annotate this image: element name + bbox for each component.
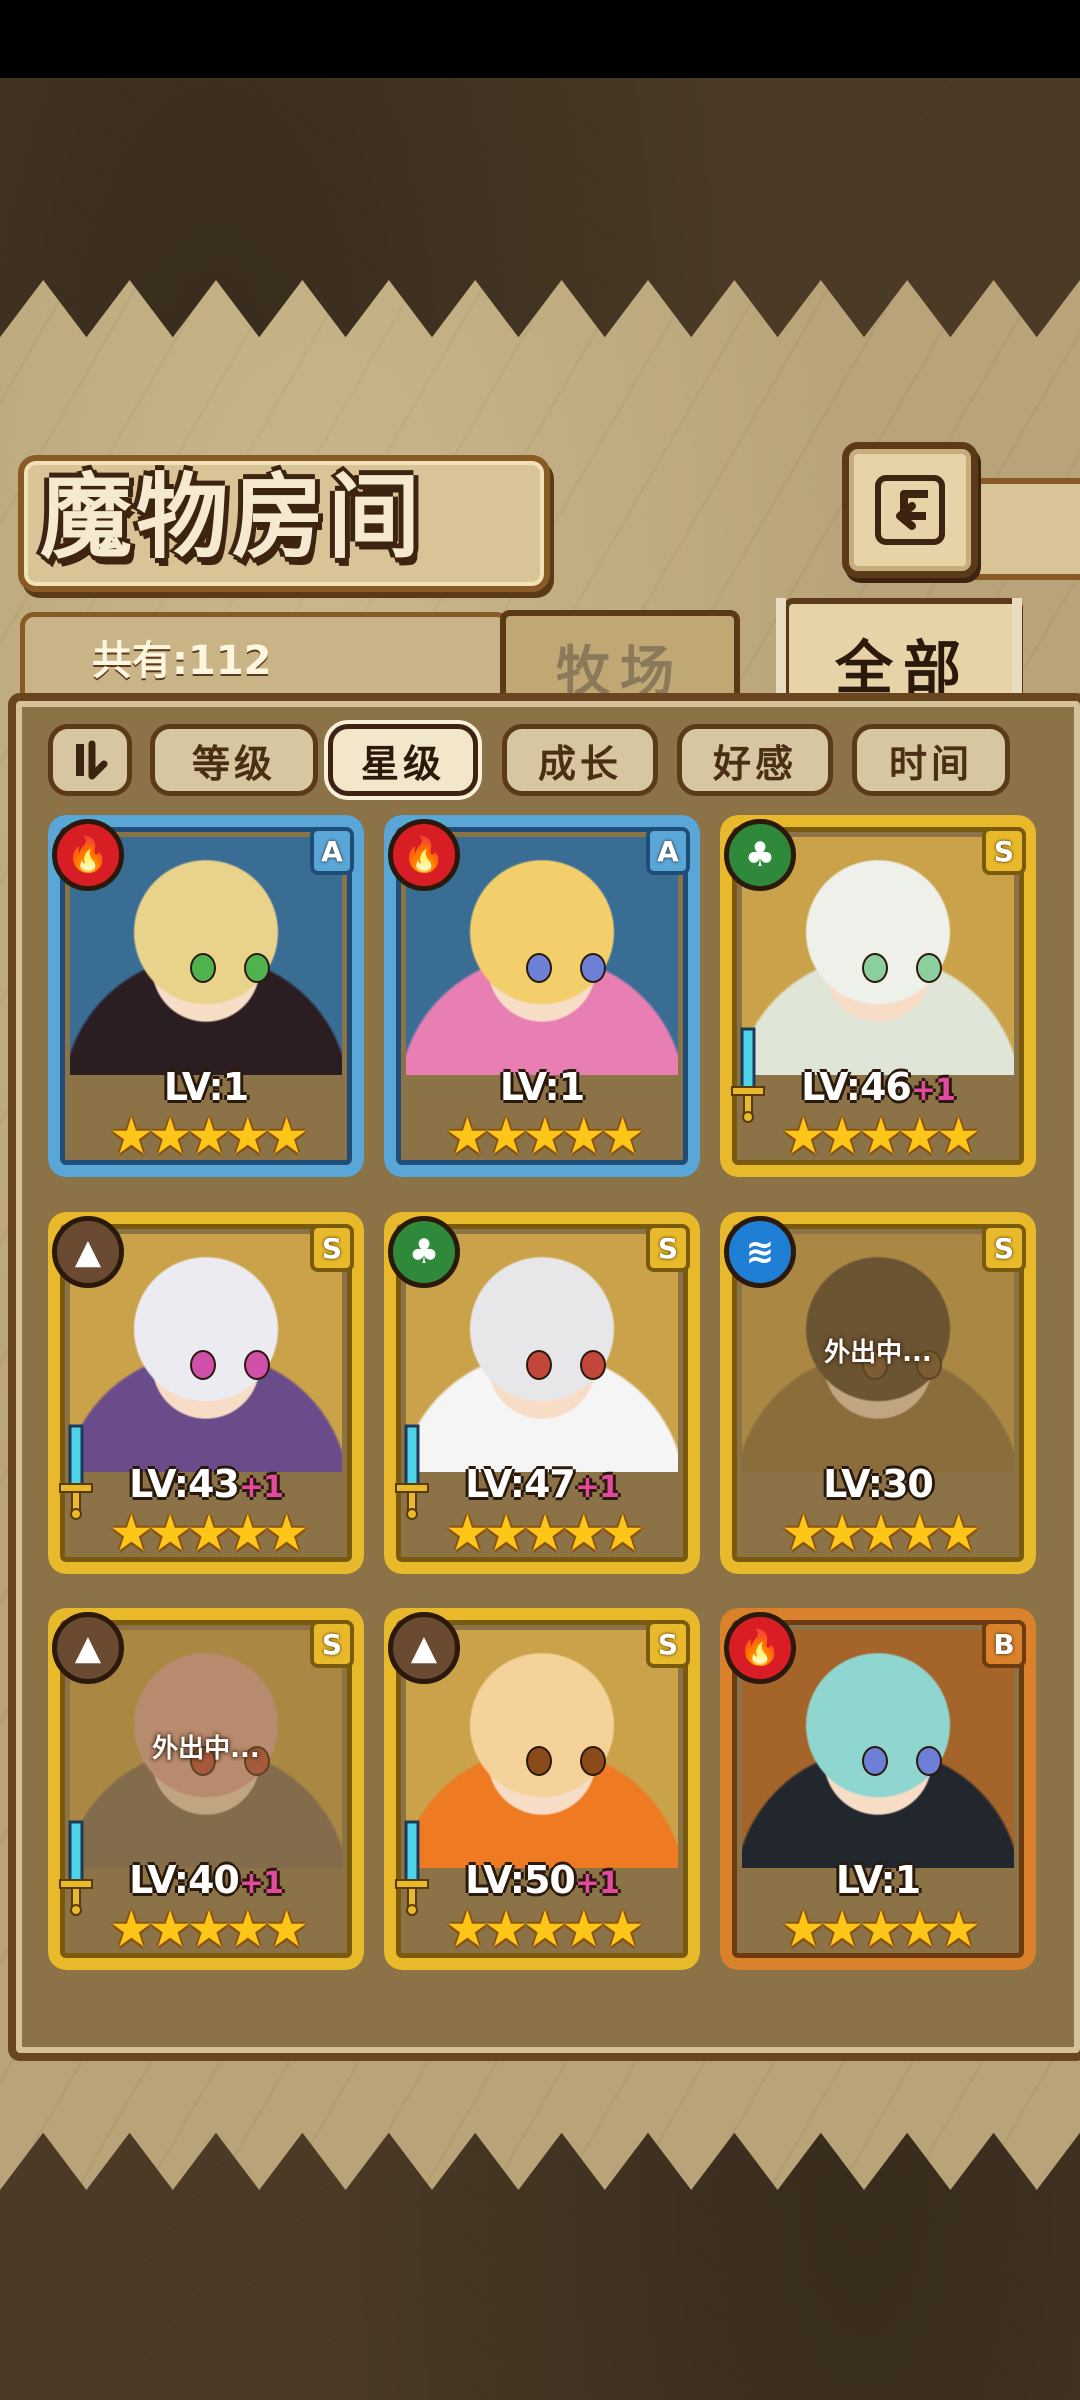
monster-card[interactable]: ▲ S 外出中... LV:40+1 ★★★★★ — [48, 1608, 364, 1970]
star-rating: ★★★★★ — [444, 1504, 645, 1562]
level-label: LV:30 — [720, 1462, 1036, 1506]
level-label: LV:46+1 — [720, 1065, 1036, 1109]
level-plus: +1 — [238, 1470, 284, 1505]
sort-level-button[interactable]: 等级 — [150, 724, 318, 796]
level-value: LV:1 — [499, 1065, 585, 1109]
rank-badge: A — [310, 827, 354, 875]
rank-badge: S — [982, 1224, 1026, 1272]
level-value: LV:50 — [465, 1858, 576, 1902]
monster-card[interactable]: ♣ S LV:47+1 ★★★★★ — [384, 1212, 700, 1574]
sort-star-button[interactable]: 星级 — [328, 724, 478, 796]
level-value: LV:46 — [801, 1065, 912, 1109]
away-status: 外出中... — [824, 1338, 932, 1368]
level-label: LV:1 — [720, 1858, 1036, 1902]
level-label: LV:47+1 — [384, 1462, 700, 1506]
monster-card[interactable]: ♣ S LV:46+1 ★★★★★ — [720, 815, 1036, 1177]
back-bar — [965, 478, 1080, 580]
level-plus: +1 — [238, 1866, 284, 1901]
rank-badge: A — [646, 827, 690, 875]
away-status: 外出中... — [152, 1734, 260, 1764]
star-rating: ★★★★★ — [444, 1107, 645, 1165]
back-arrow-icon — [875, 475, 945, 545]
level-value: LV:30 — [823, 1462, 934, 1506]
rank-badge: S — [310, 1620, 354, 1668]
earth-element-icon: ▲ — [52, 1612, 124, 1684]
page-title: 魔物房间 — [40, 463, 425, 571]
sort-affection-button[interactable]: 好感 — [677, 724, 833, 796]
level-plus: +1 — [574, 1866, 620, 1901]
back-button[interactable] — [842, 442, 978, 578]
level-value: LV:47 — [465, 1462, 576, 1506]
level-label: LV:40+1 — [48, 1858, 364, 1902]
star-rating: ★★★★★ — [444, 1900, 645, 1958]
star-rating: ★★★★★ — [108, 1900, 309, 1958]
water-element-icon: ≋ — [724, 1216, 796, 1288]
level-label: LV:50+1 — [384, 1858, 700, 1902]
level-value: LV:1 — [835, 1858, 921, 1902]
star-rating: ★★★★★ — [108, 1107, 309, 1165]
monster-card[interactable]: ≋ S 外出中... LV:30 ★★★★★ — [720, 1212, 1036, 1574]
level-label: LV:43+1 — [48, 1462, 364, 1506]
fire-element-icon: 🔥 — [724, 1612, 796, 1684]
level-value: LV:43 — [129, 1462, 240, 1506]
level-value: LV:1 — [163, 1065, 249, 1109]
rank-badge: S — [310, 1224, 354, 1272]
monster-card[interactable]: ▲ S LV:50+1 ★★★★★ — [384, 1608, 700, 1970]
rank-badge: S — [646, 1224, 690, 1272]
earth-element-icon: ▲ — [388, 1612, 460, 1684]
level-label: LV:1 — [384, 1065, 700, 1109]
monster-card[interactable]: ▲ S LV:43+1 ★★★★★ — [48, 1212, 364, 1574]
level-label: LV:1 — [48, 1065, 364, 1109]
monster-card[interactable]: 🔥 A LV:1 ★★★★★ — [384, 815, 700, 1177]
earth-element-icon: ▲ — [52, 1216, 124, 1288]
level-plus: +1 — [574, 1470, 620, 1505]
monster-card[interactable]: 🔥 B LV:1 ★★★★★ — [720, 1608, 1036, 1970]
level-plus: +1 — [910, 1073, 956, 1108]
rank-badge: S — [982, 827, 1026, 875]
star-rating: ★★★★★ — [108, 1504, 309, 1562]
fire-element-icon: 🔥 — [388, 819, 460, 891]
monster-count: 共有:112 — [92, 638, 272, 684]
star-rating: ★★★★★ — [780, 1504, 981, 1562]
sort-time-button[interactable]: 时间 — [852, 724, 1010, 796]
leaf-element-icon: ♣ — [388, 1216, 460, 1288]
star-rating: ★★★★★ — [780, 1107, 981, 1165]
leaf-element-icon: ♣ — [724, 819, 796, 891]
sort-order-icon — [76, 740, 108, 780]
rank-badge: S — [646, 1620, 690, 1668]
monster-card[interactable]: 🔥 A LV:1 ★★★★★ — [48, 815, 364, 1177]
rank-badge: B — [982, 1620, 1026, 1668]
sort-order-toggle[interactable] — [48, 724, 132, 796]
fire-element-icon: 🔥 — [52, 819, 124, 891]
level-value: LV:40 — [129, 1858, 240, 1902]
star-rating: ★★★★★ — [780, 1900, 981, 1958]
sort-growth-button[interactable]: 成长 — [502, 724, 658, 796]
